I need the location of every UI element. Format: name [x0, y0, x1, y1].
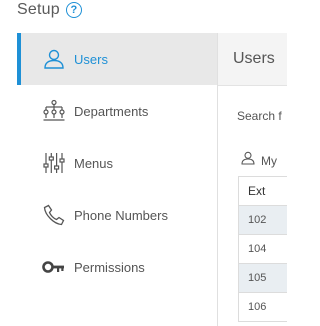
ext-cell: 104 — [238, 234, 287, 264]
search-label: Search f — [237, 109, 282, 123]
column-header-ext[interactable]: Ext — [238, 176, 287, 206]
table-row[interactable]: 102 — [238, 205, 287, 235]
sidebar-item-departments[interactable]: Departments — [17, 85, 217, 137]
ext-cell: 105 — [238, 263, 287, 293]
table-row[interactable]: 104 — [238, 234, 287, 264]
sidebar-item-label: Phone Numbers — [74, 207, 168, 223]
sidebar-item-users[interactable]: Users — [17, 33, 217, 85]
main-header: Users — [218, 33, 287, 86]
page-title: Setup — [17, 1, 60, 18]
phone-icon — [41, 202, 67, 228]
main-panel: Users Search f My Ext 102 104 105 106 — [218, 33, 287, 326]
ext-cell: 106 — [238, 292, 287, 322]
sidebar-item-label: Departments — [74, 103, 149, 119]
key-icon — [41, 254, 67, 280]
main-title: Users — [233, 50, 275, 67]
sidebar-item-label: Users — [74, 51, 108, 67]
sidebar: Users Departments Menus Phone Numbers Pe… — [17, 33, 218, 326]
sidebar-item-phone-numbers[interactable]: Phone Numbers — [17, 189, 217, 241]
users-table: Ext 102 104 105 106 — [238, 176, 287, 322]
help-circle-icon[interactable]: ? — [65, 2, 82, 18]
sidebar-item-permissions[interactable]: Permissions — [17, 241, 217, 293]
user-icon — [41, 46, 67, 72]
sidebar-item-label: Permissions — [74, 259, 145, 275]
my-label: My — [261, 153, 277, 168]
ext-cell: 102 — [238, 205, 287, 235]
my-filter[interactable]: My — [240, 150, 277, 171]
setup-header: Setup ? — [17, 0, 82, 20]
org-chart-icon — [41, 98, 67, 124]
sidebar-item-menus[interactable]: Menus — [17, 137, 217, 189]
sliders-icon — [41, 150, 67, 176]
sidebar-item-label: Menus — [74, 155, 114, 171]
table-row[interactable]: 106 — [238, 292, 287, 322]
table-header-row: Ext — [238, 176, 287, 206]
table-row[interactable]: 105 — [238, 263, 287, 293]
user-icon — [240, 150, 256, 171]
